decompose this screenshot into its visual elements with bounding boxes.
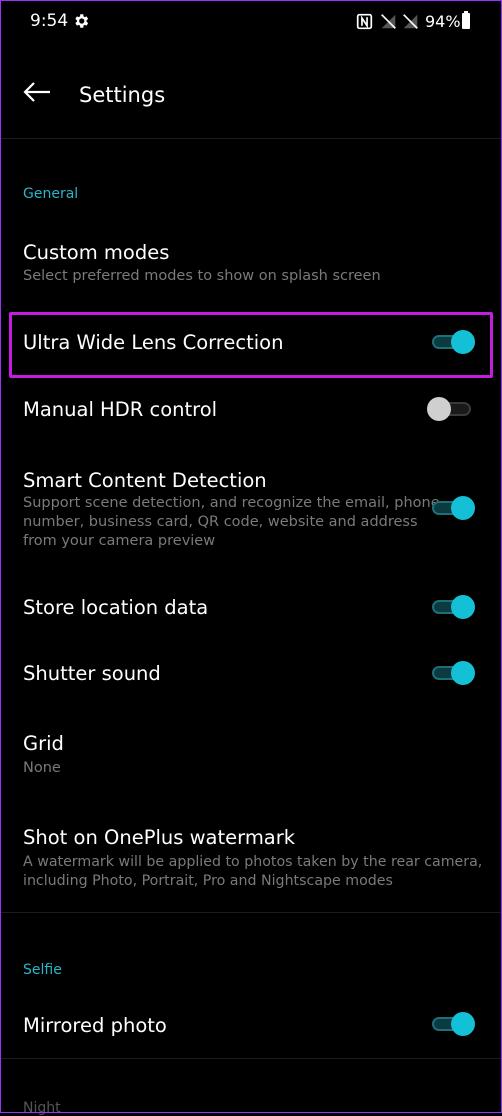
setting-title: Smart Content Detection [23,469,267,492]
toggle-thumb [451,595,475,619]
battery-icon [462,11,470,29]
setting-title: Shot on OnePlus watermark [23,826,296,849]
setting-subtitle: Select preferred modes to show on splash… [23,268,381,284]
store-location-toggle[interactable] [430,594,476,620]
setting-title: Mirrored photo [23,1014,167,1037]
manual-hdr-toggle[interactable] [427,396,481,422]
section-header-night: Night [23,1100,61,1116]
setting-title: Manual HDR control [23,398,218,421]
nfc-icon [356,13,373,30]
setting-title: Shutter sound [23,662,161,685]
toggle-thumb [451,661,475,685]
section-divider [0,912,502,913]
toggle-thumb [427,397,451,421]
section-header-general: General [23,186,79,202]
setting-title: Grid [23,732,64,755]
no-signal-icon [403,14,418,29]
setting-subtitle: A watermark will be applied to photos ta… [23,854,483,889]
app-bar: Settings [0,46,502,139]
page-title: Settings [79,83,166,107]
section-divider [0,1058,502,1059]
mirrored-photo-toggle[interactable] [430,1011,476,1037]
setting-title: Store location data [23,596,209,619]
toggle-thumb [451,496,475,520]
shutter-sound-toggle[interactable] [430,660,476,686]
toggle-thumb [451,330,475,354]
smart-content-toggle[interactable] [430,495,476,521]
ultra-wide-toggle[interactable] [430,329,476,355]
screenshot-border [0,0,502,1113]
status-bar: 9:54 94% [0,0,502,46]
arrow-left-icon[interactable] [22,80,52,104]
status-time: 9:54 [30,11,69,31]
setting-title: Custom modes [23,241,170,264]
setting-value: None [23,760,61,776]
toggle-thumb [451,1012,475,1036]
section-header-selfie: Selfie [23,962,62,978]
settings-gear-icon [75,14,89,28]
battery-percent: 94% [425,12,461,31]
setting-subtitle: Support scene detection, and recognize t… [23,495,440,549]
setting-title: Ultra Wide Lens Correction [23,331,284,354]
no-signal-icon [381,14,396,29]
